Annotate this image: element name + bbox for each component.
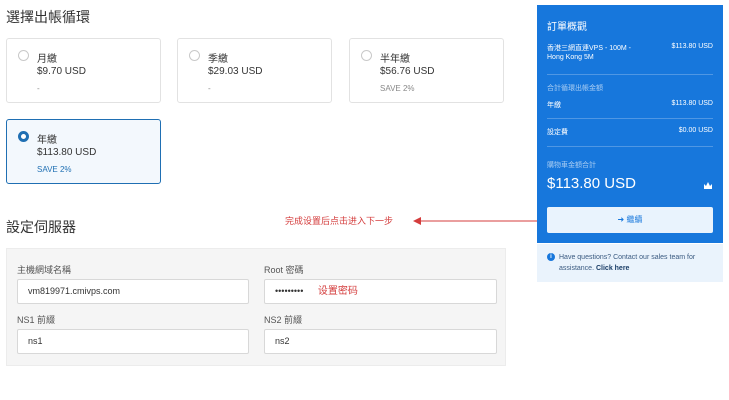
continue-label: 繼續 xyxy=(626,215,643,224)
hostname-input[interactable]: vm819971.cmivps.com xyxy=(17,279,249,304)
billing-cycle-annual[interactable]: 年繳 $113.80 USD SAVE 2% xyxy=(6,119,161,184)
help-text-block: Have questions? Contact our sales team f… xyxy=(559,252,717,274)
ns2-label: NS2 前綴 xyxy=(264,315,303,325)
divider xyxy=(547,74,713,75)
server-config-panel: 主機網域名稱 vm819971.cmivps.com Root 密碼 •••••… xyxy=(6,248,506,366)
server-section-title: 設定伺服器 xyxy=(6,219,76,235)
root-password-label: Root 密碼 xyxy=(264,265,304,275)
setup-label: 設定費 xyxy=(547,129,568,136)
cycle-price: $113.80 USD xyxy=(37,147,97,158)
radio-annual[interactable] xyxy=(18,131,29,142)
cycle-note: SAVE 2% xyxy=(380,84,415,93)
divider xyxy=(547,118,713,119)
ns1-input[interactable]: ns1 xyxy=(17,329,249,354)
cycle-note: SAVE 2% xyxy=(37,165,72,174)
cycle-label: 年繳 xyxy=(547,102,561,109)
sales-help-box: i Have questions? Contact our sales team… xyxy=(537,244,723,282)
total-amount: $113.80 USD xyxy=(547,175,636,192)
cycle-name: 季繳 xyxy=(208,54,228,65)
product-name-line2: Hong Kong 5M xyxy=(547,54,594,61)
cycle-price: $29.03 USD xyxy=(208,66,263,77)
cycle-note: - xyxy=(37,84,40,93)
annotation-arrow-icon xyxy=(413,217,537,225)
cycle-name: 月繳 xyxy=(37,54,57,65)
total-label: 購物車金額合計 xyxy=(547,162,596,169)
setup-price: $0.00 USD xyxy=(678,127,713,134)
cycle-name: 半年繳 xyxy=(380,54,410,65)
hostname-label: 主機網域名稱 xyxy=(17,265,72,275)
billing-cycle-semiannual[interactable]: 半年繳 $56.76 USD SAVE 2% xyxy=(349,38,504,103)
summary-title: 訂單概觀 xyxy=(547,22,587,33)
radio-semiannual[interactable] xyxy=(361,50,372,61)
product-name-line1: 香港三網直連VPS - 100M - xyxy=(547,45,632,52)
cycle-note: - xyxy=(208,84,211,93)
order-summary: 訂單概觀 香港三網直連VPS - 100M - Hong Kong 5M $11… xyxy=(537,5,723,243)
cycle-name: 年繳 xyxy=(37,135,57,146)
radio-quarterly[interactable] xyxy=(189,50,200,61)
continue-button[interactable]: ➜ 繼續 xyxy=(547,207,713,233)
next-step-annotation: 完成设置后点击进入下一步 xyxy=(285,216,394,226)
root-password-dots: ••••••••• xyxy=(275,286,304,296)
billing-cycle-monthly[interactable]: 月繳 $9.70 USD - xyxy=(6,38,161,103)
billing-cycle-quarterly[interactable]: 季繳 $29.03 USD - xyxy=(177,38,332,103)
set-password-annotation: 设置密码 xyxy=(317,286,358,297)
product-price: $113.80 USD xyxy=(671,43,713,50)
crown-icon xyxy=(704,182,712,189)
radio-monthly[interactable] xyxy=(18,50,29,61)
cycle-price: $9.70 USD xyxy=(37,66,86,77)
ns2-input[interactable]: ns2 xyxy=(264,329,497,354)
info-icon: i xyxy=(547,253,555,261)
cycle-price: $56.76 USD xyxy=(380,66,435,77)
ns1-label: NS1 前綴 xyxy=(17,315,56,325)
help-link[interactable]: Click here xyxy=(596,265,629,272)
root-password-input[interactable]: ••••••••• 设置密码 xyxy=(264,279,497,304)
arrow-right-icon: ➜ xyxy=(617,215,625,224)
divider xyxy=(547,146,713,147)
cycle-price: $113.80 USD xyxy=(671,100,713,107)
recurring-label: 合計循環出帳金額 xyxy=(547,85,603,92)
billing-section-title: 選擇出帳循環 xyxy=(6,9,90,25)
